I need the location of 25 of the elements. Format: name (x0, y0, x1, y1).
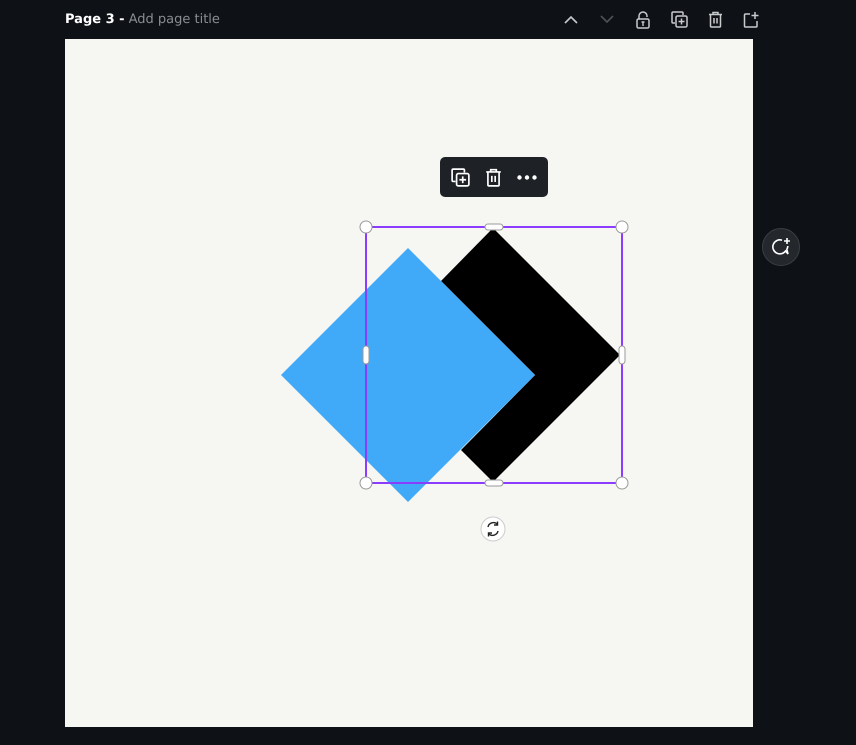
corner-handle[interactable] (360, 476, 372, 490)
diamond-shape[interactable] (281, 248, 535, 502)
page-title-field[interactable]: Add page title (128, 12, 259, 27)
chevron-down-icon (600, 15, 614, 24)
duplicate-icon (451, 168, 470, 186)
corner-handle[interactable] (360, 220, 372, 234)
trash-icon (485, 168, 502, 186)
side-handle[interactable] (484, 224, 504, 230)
chevron-up-icon (564, 15, 578, 24)
comment-plus-icon (771, 237, 791, 257)
page-label: Page 3 - (65, 12, 125, 27)
side-handle[interactable] (362, 346, 370, 364)
corner-handle[interactable] (616, 476, 628, 490)
side-handle[interactable] (618, 346, 626, 364)
side-handle[interactable] (484, 480, 504, 486)
more-icon (517, 174, 538, 180)
add-comment-button[interactable] (762, 228, 800, 266)
unlocked-lock-icon (636, 10, 650, 28)
rotate-handle[interactable] (480, 516, 506, 542)
corner-handle[interactable] (616, 220, 628, 234)
diamond-shape[interactable] (441, 228, 620, 482)
duplicate-icon (670, 11, 688, 28)
design-page[interactable] (65, 39, 753, 727)
trash-icon (708, 11, 722, 28)
add-page-icon (743, 11, 759, 28)
